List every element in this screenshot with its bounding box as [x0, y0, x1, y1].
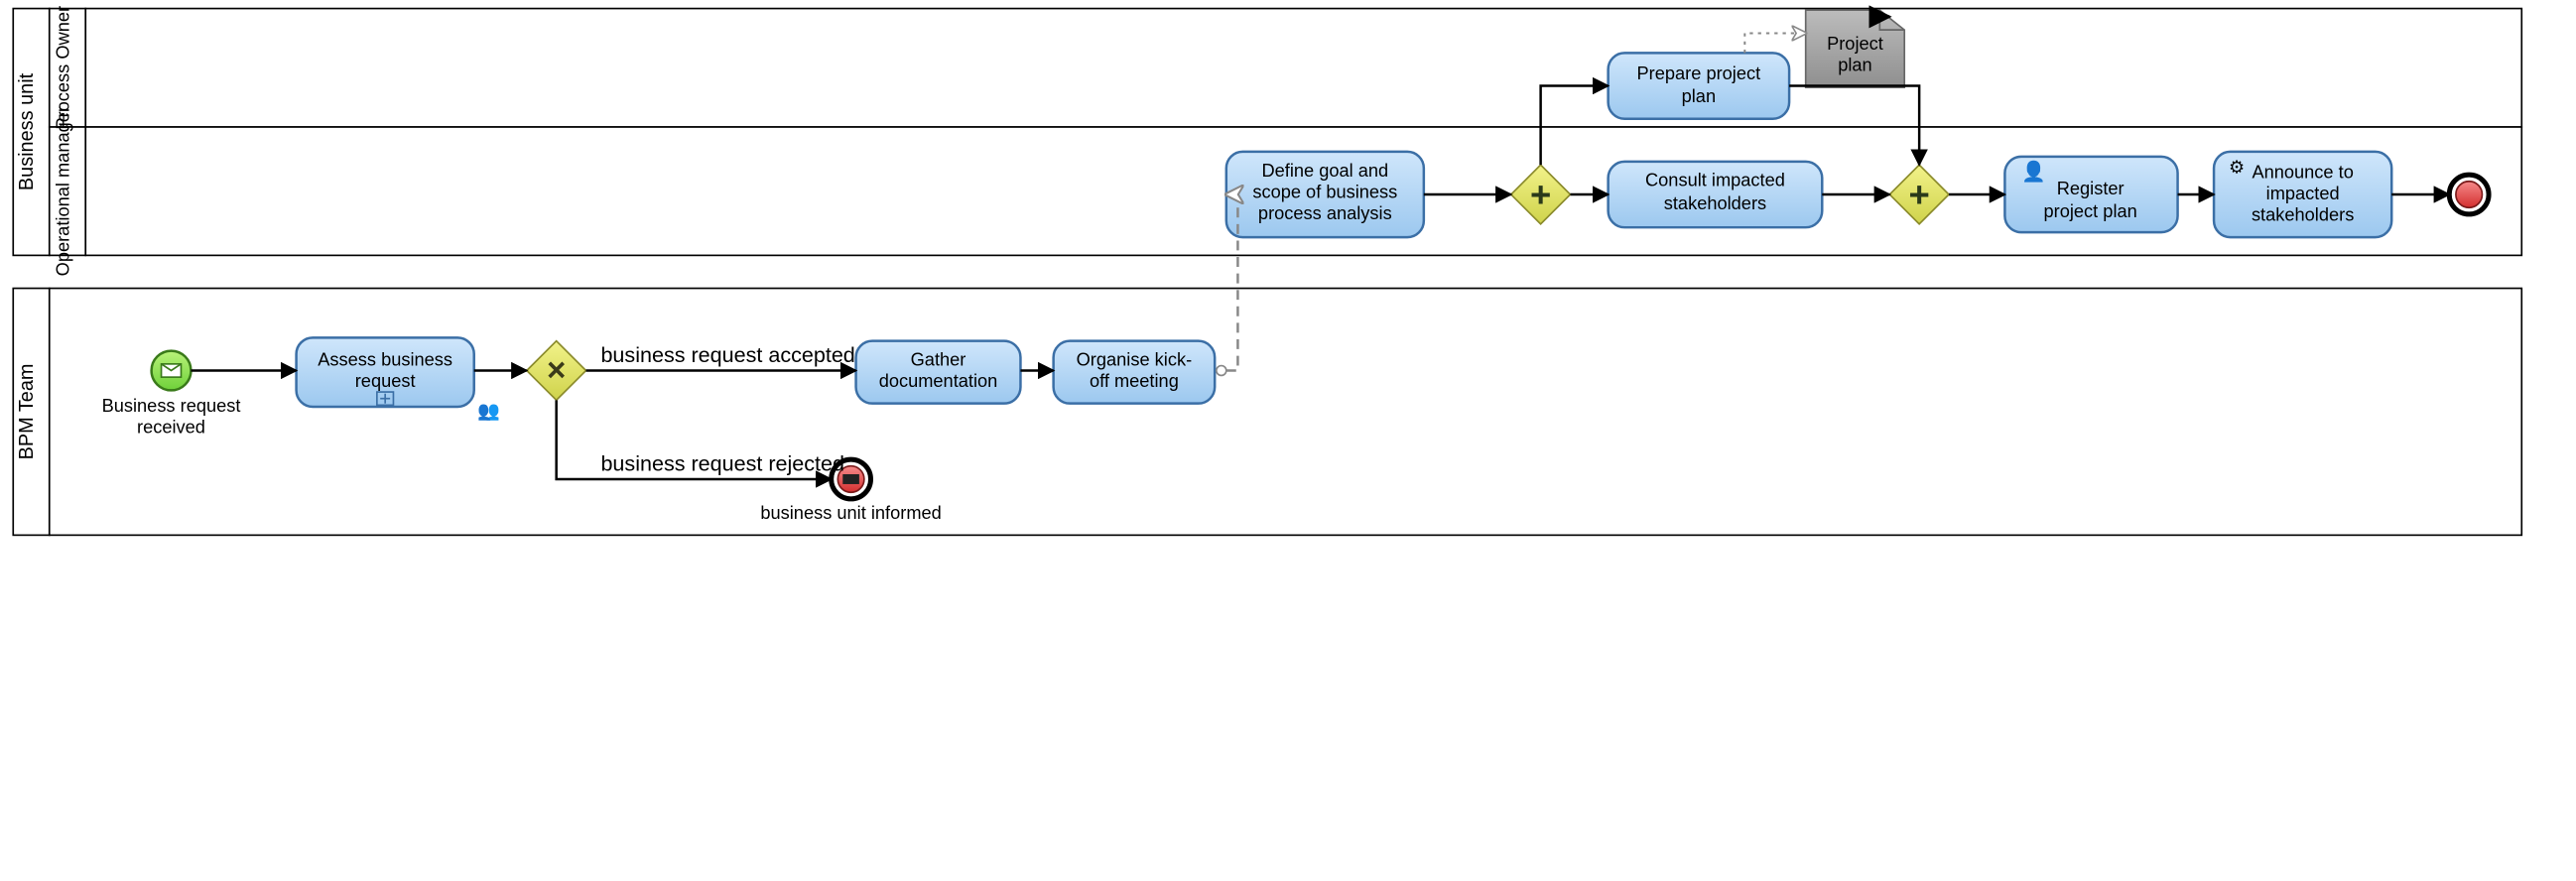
svg-text:+: +: [1530, 175, 1551, 215]
svg-text:documentation: documentation: [879, 370, 998, 391]
task-define-goal-scope[interactable]: Define goal and scope of business proces…: [1226, 152, 1424, 237]
bpmn-diagram: Business unit Process Owner Operational …: [0, 0, 2576, 881]
svg-text:stakeholders: stakeholders: [1664, 192, 1766, 213]
service-gear-icon: ⚙: [2229, 156, 2245, 177]
pool-bpm-team: BPM Team: [13, 289, 2521, 536]
end-event-reject-label: business unit informed: [760, 502, 941, 523]
participant-icon: 👥: [477, 400, 500, 421]
svg-text:Project: Project: [1827, 33, 1883, 54]
task-consult-stakeholders[interactable]: Consult impacted stakeholders: [1609, 162, 1823, 227]
svg-text:Define goal and: Define goal and: [1261, 160, 1388, 181]
svg-text:+: +: [1908, 175, 1929, 215]
svg-text:impacted: impacted: [2266, 183, 2340, 203]
task-organise-kickoff[interactable]: Organise kick- off meeting: [1054, 341, 1216, 404]
task-gather-documentation[interactable]: Gather documentation: [856, 341, 1021, 404]
task-announce-stakeholders[interactable]: ⚙ Announce to impacted stakeholders: [2214, 152, 2391, 237]
svg-text:plan: plan: [1682, 85, 1716, 106]
svg-text:project plan: project plan: [2044, 200, 2137, 221]
svg-text:off meeting: off meeting: [1090, 370, 1179, 391]
svg-text:Prepare project: Prepare project: [1637, 63, 1761, 83]
svg-text:stakeholders: stakeholders: [2252, 204, 2354, 225]
svg-text:plan: plan: [1838, 55, 1871, 75]
pool-label-business-unit: Business unit: [16, 72, 38, 190]
svg-text:Gather: Gather: [911, 349, 966, 370]
task-assess-business-request[interactable]: Assess business request: [297, 337, 474, 407]
start-event-business-request[interactable]: [152, 351, 192, 391]
cond-rejected-label: business request rejected: [600, 451, 844, 476]
user-icon: 👤: [2021, 159, 2046, 183]
lane-label-operational-manager: Operational manager: [53, 106, 73, 276]
message-flow-source-icon: [1217, 366, 1226, 376]
start-event-label-2: received: [137, 417, 205, 438]
svg-text:process analysis: process analysis: [1258, 202, 1392, 223]
cond-accepted-label: business request accepted: [600, 342, 854, 367]
svg-text:scope of business: scope of business: [1252, 181, 1397, 201]
end-event-business-unit[interactable]: [2449, 175, 2489, 214]
envelope-icon: [842, 474, 859, 484]
svg-text:Announce to: Announce to: [2252, 161, 2353, 182]
task-register-project-plan[interactable]: 👤 Register project plan: [2004, 157, 2177, 232]
svg-text:Organise kick-: Organise kick-: [1077, 349, 1193, 370]
svg-text:Consult impacted: Consult impacted: [1645, 170, 1785, 190]
svg-text:×: ×: [547, 352, 566, 389]
svg-text:Register: Register: [2057, 178, 2125, 198]
start-event-label-1: Business request: [102, 395, 241, 416]
svg-text:Assess business: Assess business: [318, 349, 452, 370]
svg-text:request: request: [355, 370, 416, 391]
pool-label-bpm-team: BPM Team: [16, 364, 38, 460]
data-object-project-plan: Project plan: [1806, 10, 1905, 87]
task-prepare-project-plan[interactable]: Prepare project plan: [1609, 53, 1789, 118]
